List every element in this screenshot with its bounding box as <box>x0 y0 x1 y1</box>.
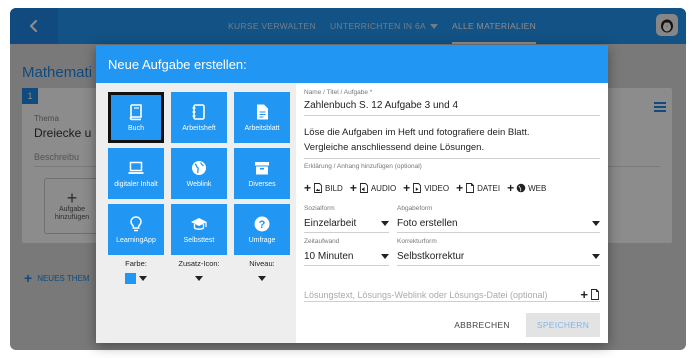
chevron-down-icon <box>592 220 600 226</box>
color-swatch <box>125 273 136 284</box>
delivery-form-label: Abgabeform <box>397 205 433 212</box>
level-label: Niveau: <box>249 259 275 268</box>
color-label: Farbe: <box>125 259 147 268</box>
file-icon <box>466 183 475 193</box>
name-field-label: Name / Titel / Aufgabe * <box>304 89 373 96</box>
plus-icon: + <box>456 181 464 195</box>
plus-icon: + <box>403 181 411 195</box>
workbook-icon <box>192 103 205 120</box>
level-dropdown[interactable] <box>234 276 290 281</box>
plus-icon: + <box>507 181 515 195</box>
name-field[interactable]: Zahlenbuch S. 12 Aufgabe 3 und 4 <box>304 100 458 111</box>
correction-underline <box>397 265 600 266</box>
new-task-dialog: Neue Aufgabe erstellen: Buch Arbeitsheft… <box>96 45 608 343</box>
globe-icon <box>516 183 526 193</box>
add-file-button[interactable]: + DATEI <box>456 181 500 195</box>
type-tile-arbeitsblatt[interactable]: Arbeitsblatt <box>234 92 290 143</box>
solution-underline <box>304 301 600 302</box>
svg-text:?: ? <box>259 219 266 231</box>
audio-file-icon <box>359 183 368 193</box>
file-icon <box>591 289 599 300</box>
type-tile-weblink[interactable]: Weblink <box>171 148 227 199</box>
social-form-label: Sozialform <box>304 205 335 212</box>
add-video-button[interactable]: + VIDEO <box>403 181 449 195</box>
plus-icon: + <box>349 181 357 195</box>
type-tile-selbsttest[interactable]: Selbsttest <box>171 204 227 255</box>
plus-icon: + <box>580 287 588 302</box>
add-audio-button[interactable]: + AUDIO <box>349 181 396 195</box>
save-button[interactable]: SPEICHERN <box>526 313 600 337</box>
cancel-button[interactable]: ABBRECHEN <box>442 313 522 337</box>
plus-icon: + <box>304 181 312 195</box>
add-solution-file-button[interactable]: + <box>580 287 600 302</box>
globe-icon <box>192 160 206 175</box>
chevron-down-icon <box>195 276 203 281</box>
attachment-buttons: + BILD + AUDIO + VIDEO + DATEI + WEB <box>304 181 546 195</box>
name-field-underline <box>304 115 600 116</box>
time-underline <box>304 265 389 266</box>
question-icon: ? <box>254 216 270 232</box>
type-tile-umfrage[interactable]: ? Umfrage <box>234 204 290 255</box>
worksheet-icon <box>257 104 268 120</box>
laptop-icon <box>128 161 144 174</box>
video-file-icon <box>413 183 422 193</box>
delivery-underline <box>397 232 600 233</box>
type-tile-buch[interactable]: Buch <box>108 92 164 143</box>
color-picker[interactable] <box>108 273 164 284</box>
attachment-label: Erklärung / Anhang hinzufügen (optional) <box>304 163 422 170</box>
chevron-down-icon <box>381 220 389 226</box>
type-tile-arbeitsheft[interactable]: Arbeitsheft <box>171 92 227 143</box>
task-type-panel: Buch Arbeitsheft Arbeitsblatt digitaler … <box>96 83 296 343</box>
type-tile-digitaler-inhalt[interactable]: digitaler Inhalt <box>108 148 164 199</box>
chevron-down-icon <box>592 253 600 259</box>
image-file-icon <box>314 183 322 193</box>
extra-icon-dropdown[interactable] <box>171 276 227 281</box>
solution-row: Lösungstext, Lösungs-Weblink oder Lösung… <box>304 287 600 302</box>
chevron-down-icon <box>139 276 147 281</box>
time-label: Zeitaufwand <box>304 238 340 245</box>
add-web-button[interactable]: + WEB <box>507 181 546 195</box>
chevron-down-icon <box>381 253 389 259</box>
time-select[interactable]: 10 Minuten <box>304 248 389 264</box>
type-tile-learningapp[interactable]: LearningApp <box>108 204 164 255</box>
lightbulb-icon <box>130 215 142 231</box>
social-form-select[interactable]: Einzelarbeit <box>304 215 389 231</box>
add-image-button[interactable]: + BILD <box>304 181 343 195</box>
description-underline <box>304 158 600 159</box>
chevron-down-icon <box>258 276 266 281</box>
solution-input[interactable]: Lösungstext, Lösungs-Weblink oder Lösung… <box>304 290 547 300</box>
book-icon <box>129 103 142 120</box>
correction-label: Korrekturform <box>397 238 437 245</box>
type-tile-diverses[interactable]: Diverses <box>234 148 290 199</box>
correction-select[interactable]: Selbstkorrektur <box>397 248 600 264</box>
task-form: Name / Titel / Aufgabe * Zahlenbuch S. 1… <box>304 83 600 343</box>
description-field[interactable]: Löse die Aufgaben im Heft und fotografie… <box>304 125 530 155</box>
social-underline <box>304 232 389 233</box>
extra-icon-label: Zusatz-Icon: <box>178 259 220 268</box>
archive-icon <box>255 161 269 175</box>
dialog-title: Neue Aufgabe erstellen: <box>96 45 608 83</box>
graduation-cap-icon <box>191 217 207 230</box>
delivery-form-select[interactable]: Foto erstellen <box>397 215 600 231</box>
